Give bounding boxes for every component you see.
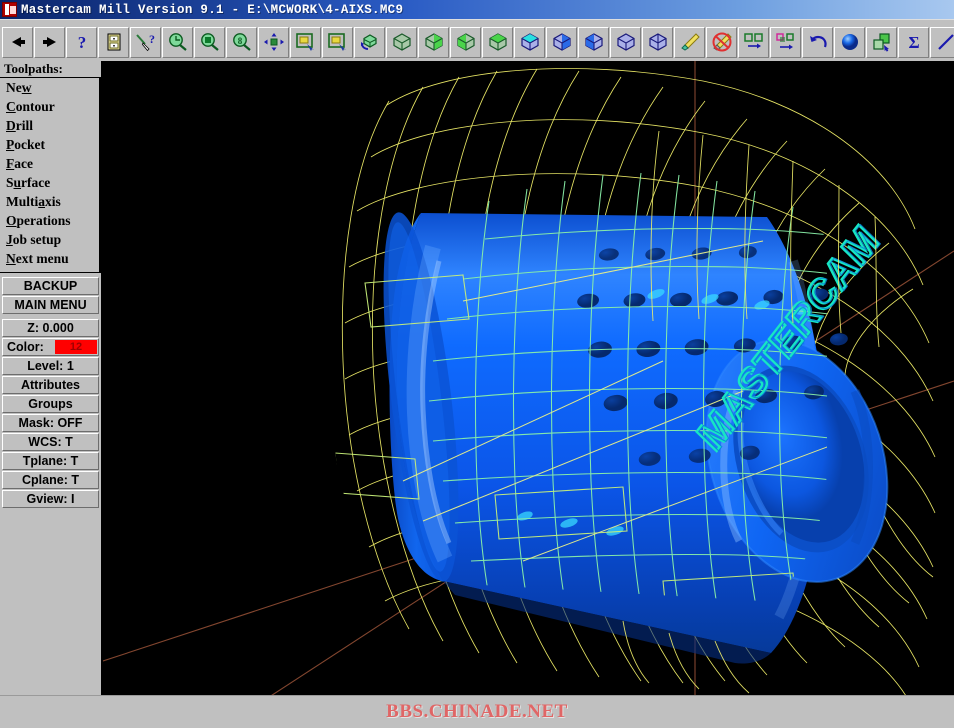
menu-label-contour: Contour bbox=[6, 99, 55, 114]
status-color-label: Color: bbox=[7, 340, 44, 354]
color-swatch[interactable]: 12 bbox=[55, 340, 97, 354]
gview-back-icon[interactable] bbox=[450, 27, 481, 58]
zoom-window-icon[interactable] bbox=[162, 27, 193, 58]
status-tplane[interactable]: Tplane: T bbox=[2, 452, 99, 470]
gview-iso-cyan-icon[interactable] bbox=[514, 27, 545, 58]
status-cplane[interactable]: Cplane: T bbox=[2, 471, 99, 489]
status-level[interactable]: Level: 1 bbox=[2, 357, 99, 375]
create-line-icon[interactable] bbox=[930, 27, 954, 58]
toolpaths-sidebar: Toolpaths: New Contour Drill Pocket Face… bbox=[0, 61, 103, 695]
gview-front-icon[interactable] bbox=[418, 27, 449, 58]
viewport-scene: MASTERCAM MASTERCAM bbox=[103, 61, 954, 695]
undo-delete-icon[interactable] bbox=[706, 27, 737, 58]
back-arrow-icon[interactable] bbox=[2, 27, 33, 58]
toolpaths-menu: New Contour Drill Pocket Face Surface Mu… bbox=[0, 78, 101, 273]
menu-item-surface[interactable]: Surface bbox=[0, 174, 99, 193]
menu-item-job-setup[interactable]: Job setup bbox=[0, 231, 99, 250]
gview-axo-icon[interactable] bbox=[642, 27, 673, 58]
eraser-icon[interactable] bbox=[674, 27, 705, 58]
gview-bottom-icon[interactable] bbox=[482, 27, 513, 58]
menu-label-job-setup: Job setup bbox=[6, 232, 61, 247]
status-gview[interactable]: Gview: I bbox=[2, 490, 99, 508]
menu-item-pocket[interactable]: Pocket bbox=[0, 136, 99, 155]
copy-entity-icon[interactable] bbox=[738, 27, 769, 58]
menu-label-new: New bbox=[6, 80, 32, 95]
status-attributes[interactable]: Attributes bbox=[2, 376, 99, 394]
menu-item-drill[interactable]: Drill bbox=[0, 117, 99, 136]
menu-label-multiaxis: Multiaxis bbox=[6, 194, 61, 209]
menu-item-next-menu[interactable]: Next menu bbox=[0, 250, 99, 269]
mastercam-window: Mastercam Mill Version 9.1 - E:\MCWORK\4… bbox=[0, 0, 954, 728]
svg-text:?: ? bbox=[149, 32, 155, 46]
zoom-previous-icon[interactable]: 8 bbox=[226, 27, 257, 58]
title-bar: Mastercam Mill Version 9.1 - E:\MCWORK\4… bbox=[0, 0, 954, 19]
menu-label-operations: Operations bbox=[6, 213, 71, 228]
svg-text:Σ: Σ bbox=[908, 33, 919, 52]
menu-label-surface: Surface bbox=[6, 175, 50, 190]
menu-label-face: Face bbox=[6, 156, 33, 171]
pointer-help-icon[interactable]: ? bbox=[130, 27, 161, 58]
main-menu-button[interactable]: MAIN MENU bbox=[2, 296, 99, 314]
menu-label-drill: Drill bbox=[6, 118, 33, 133]
gview-top-icon[interactable] bbox=[386, 27, 417, 58]
zoom-target-icon[interactable] bbox=[194, 27, 225, 58]
gview-left-icon[interactable] bbox=[610, 27, 641, 58]
nav-button-group: BACKUP MAIN MENU bbox=[0, 273, 101, 314]
svg-text:?: ? bbox=[77, 33, 86, 52]
menu-label-pocket: Pocket bbox=[6, 137, 45, 152]
pan-icon[interactable] bbox=[258, 27, 289, 58]
main-toolbar: ? ? bbox=[0, 19, 954, 61]
backup-button[interactable]: BACKUP bbox=[2, 277, 99, 295]
watermark-text: BBS.CHINADE.NET bbox=[386, 701, 568, 723]
status-groups[interactable]: Groups bbox=[2, 395, 99, 413]
bottom-bar: BBS.CHINADE.NET bbox=[0, 695, 954, 728]
shade-sphere-icon[interactable] bbox=[834, 27, 865, 58]
help-question-icon[interactable]: ? bbox=[66, 27, 97, 58]
menu-item-contour[interactable]: Contour bbox=[0, 98, 99, 117]
menu-label-next-menu: Next menu bbox=[6, 251, 69, 266]
status-z-value[interactable]: Z: 0.000 bbox=[2, 319, 99, 337]
sum-analyze-icon[interactable]: Σ bbox=[898, 27, 929, 58]
window-title: Mastercam Mill Version 9.1 - E:\MCWORK\4… bbox=[21, 3, 403, 17]
gview-right-icon[interactable] bbox=[578, 27, 609, 58]
sidebar-header: Toolpaths: bbox=[0, 61, 101, 78]
graphics-viewport[interactable]: MASTERCAM MASTERCAM bbox=[103, 61, 954, 695]
repaint-icon[interactable] bbox=[322, 27, 353, 58]
status-panel: Z: 0.000 Color: 12 Level: 1 Attributes G… bbox=[0, 315, 101, 508]
status-mask[interactable]: Mask: OFF bbox=[2, 414, 99, 432]
menu-item-operations[interactable]: Operations bbox=[0, 212, 99, 231]
fit-screen-icon[interactable] bbox=[290, 27, 321, 58]
menu-item-new[interactable]: New bbox=[0, 79, 99, 98]
rotate-view-icon[interactable] bbox=[354, 27, 385, 58]
solids-icon[interactable] bbox=[866, 27, 897, 58]
file-cabinet-icon[interactable] bbox=[98, 27, 129, 58]
menu-item-multiaxis[interactable]: Multiaxis bbox=[0, 193, 99, 212]
undo-icon[interactable] bbox=[802, 27, 833, 58]
gview-iso-blue-icon[interactable] bbox=[546, 27, 577, 58]
status-color[interactable]: Color: 12 bbox=[2, 338, 99, 356]
mastercam-app-icon[interactable] bbox=[2, 2, 17, 17]
svg-text:8: 8 bbox=[237, 36, 242, 46]
status-wcs[interactable]: WCS: T bbox=[2, 433, 99, 451]
menu-item-face[interactable]: Face bbox=[0, 155, 99, 174]
forward-arrow-icon[interactable] bbox=[34, 27, 65, 58]
move-entity-icon[interactable] bbox=[770, 27, 801, 58]
